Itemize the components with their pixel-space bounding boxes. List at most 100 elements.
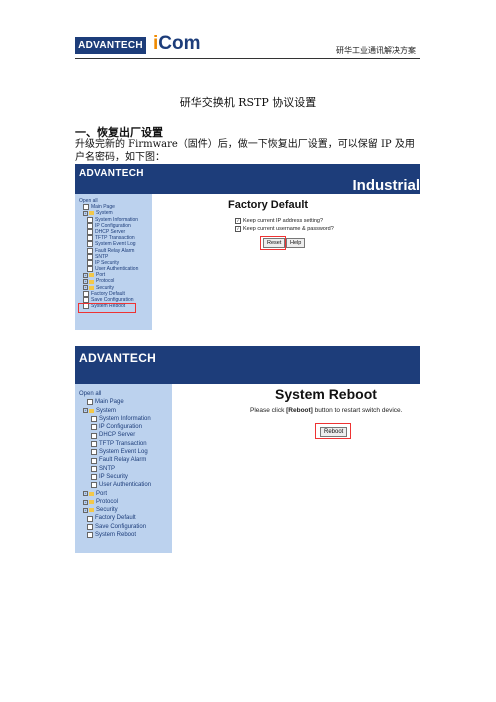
- tree-item-label: System: [96, 407, 117, 414]
- page-icon: [87, 523, 93, 530]
- tree-item[interactable]: User Authentication: [79, 266, 138, 273]
- page-icon: [87, 266, 93, 273]
- tree-item[interactable]: IP Security: [79, 473, 151, 481]
- expand-toggle-icon[interactable]: +: [83, 285, 88, 291]
- tree-item[interactable]: DHCP Server: [79, 431, 151, 439]
- tree-item[interactable]: + Protocol: [79, 498, 151, 506]
- expand-toggle-icon[interactable]: +: [83, 507, 88, 513]
- page-icon: [87, 515, 93, 522]
- tree-item[interactable]: + Port: [79, 490, 151, 498]
- folder-icon: [89, 491, 94, 496]
- tree-item[interactable]: System Event Log: [79, 448, 151, 456]
- tree-item-label: Save Configuration: [95, 523, 147, 530]
- folder-icon: [89, 408, 94, 413]
- folder-icon: [89, 211, 94, 216]
- expand-toggle-icon[interactable]: +: [83, 272, 88, 278]
- tree-item[interactable]: IP Configuration: [79, 423, 151, 431]
- tree-item-label: Security: [96, 507, 118, 514]
- page-icon: [87, 235, 93, 242]
- tree-item[interactable]: Fault Relay Alarm: [79, 248, 138, 254]
- reset-button[interactable]: Reset: [263, 238, 286, 248]
- header-divider: [75, 58, 420, 59]
- banner-brand: ADVANTECH: [79, 168, 144, 179]
- tree-item-label: DHCP Server: [99, 432, 136, 439]
- tree-item[interactable]: + System: [79, 407, 151, 415]
- keep-ip-label: Keep current IP address setting?: [243, 218, 324, 224]
- reboot-button[interactable]: Reboot: [320, 427, 348, 437]
- tree-item[interactable]: Save Configuration: [79, 523, 151, 531]
- reboot-instruction: Please click [Reboot] button to restart …: [250, 407, 403, 414]
- folder-icon: [89, 500, 94, 504]
- page-icon: [87, 229, 93, 236]
- page-icon: [91, 424, 97, 431]
- banner-industrial: Industrial: [352, 177, 420, 194]
- tree-item-label: Port: [96, 490, 108, 497]
- help-button[interactable]: Help: [286, 238, 306, 248]
- page-icon: [91, 457, 97, 464]
- banner-brand: ADVANTECH: [79, 351, 157, 365]
- nav-tree: Open all Main Page + System System Informati…: [79, 198, 138, 310]
- page-icon: [91, 440, 97, 447]
- page-icon: [91, 449, 97, 456]
- page-icon: [83, 204, 89, 211]
- page-title: System Reboot: [275, 386, 377, 402]
- expand-toggle-icon[interactable]: +: [83, 279, 88, 285]
- expand-toggle-icon[interactable]: +: [83, 408, 88, 414]
- keep-credentials-label: Keep current username & password?: [243, 226, 334, 232]
- header-tagline: 研华工业通讯解决方案: [336, 46, 416, 55]
- tree-item[interactable]: + Security: [79, 506, 151, 514]
- keep-credentials-option[interactable]: ✓ Keep current username & password?: [235, 226, 334, 232]
- page-icon: [87, 222, 93, 229]
- document-title: 研华交换机 RSTP 协议设置: [179, 96, 317, 109]
- tree-item-label: Factory Default: [95, 515, 136, 522]
- page-icon: [91, 465, 97, 472]
- tree-item-label: IP Security: [99, 473, 128, 480]
- checkbox-checked-icon[interactable]: ✓: [235, 218, 241, 224]
- tree-item-label: User Authentication: [99, 482, 152, 489]
- folder-icon: [89, 508, 94, 513]
- page-icon: [91, 416, 97, 423]
- page-icon: [87, 259, 93, 266]
- keep-ip-option[interactable]: ✓ Keep current IP address setting?: [235, 218, 323, 224]
- tree-item[interactable]: User Authentication: [79, 481, 151, 489]
- tree-item[interactable]: System Reboot: [79, 531, 151, 539]
- page-icon: [91, 474, 97, 481]
- page-title: Factory Default: [228, 199, 309, 211]
- expand-toggle-icon[interactable]: +: [83, 491, 88, 497]
- page-icon: [87, 216, 93, 223]
- page-icon: [87, 532, 93, 539]
- factory-default-highlight: [78, 303, 136, 313]
- page-icon: [91, 432, 97, 439]
- page-icon: [87, 253, 93, 260]
- tree-item[interactable]: Open all: [79, 390, 151, 398]
- nav-tree: Open all Main Page + System System Informati…: [79, 390, 151, 539]
- tree-item-label: Protocol: [96, 498, 119, 505]
- page-icon: [91, 482, 97, 489]
- tree-item[interactable]: System Information: [79, 415, 151, 423]
- tree-item[interactable]: Fault Relay Alarm: [79, 456, 151, 464]
- advantech-logo: ADVANTECH: [75, 37, 146, 54]
- expand-toggle-icon[interactable]: +: [83, 210, 88, 216]
- page-icon: [87, 399, 93, 406]
- checkbox-checked-icon[interactable]: ✓: [235, 226, 241, 232]
- tree-item-label: IP Configuration: [99, 424, 142, 431]
- page-icon: [87, 247, 93, 254]
- tree-item-label: System Information: [99, 415, 151, 422]
- tree-item[interactable]: Main Page: [79, 398, 151, 406]
- tree-item[interactable]: TFTP Transaction: [79, 440, 151, 448]
- factory-default-screenshot: ADVANTECH Industrial Open all Main Page + S…: [75, 164, 420, 330]
- tree-item-label: SNTP: [99, 465, 116, 472]
- folder-icon: [89, 279, 94, 284]
- tree-item[interactable]: SNTP: [79, 465, 151, 473]
- tree-item[interactable]: Factory Default: [79, 514, 151, 522]
- tree-item-label: Open all: [79, 391, 102, 397]
- intro-paragraph: 升级完新的 Firmware（固件）后，做一下恢复出厂设置，可以保留 IP 及用…: [75, 139, 415, 163]
- system-reboot-screenshot: ADVANTECH Open all Main Page + System System…: [75, 346, 420, 553]
- folder-icon: [89, 273, 94, 278]
- folder-icon: [89, 285, 94, 290]
- expand-toggle-icon[interactable]: +: [83, 499, 88, 505]
- icom-logo: iCom: [153, 33, 201, 54]
- tree-item-label: System Event Log: [99, 449, 148, 456]
- tree-item-label: System Reboot: [95, 532, 137, 539]
- page-icon: [87, 241, 93, 248]
